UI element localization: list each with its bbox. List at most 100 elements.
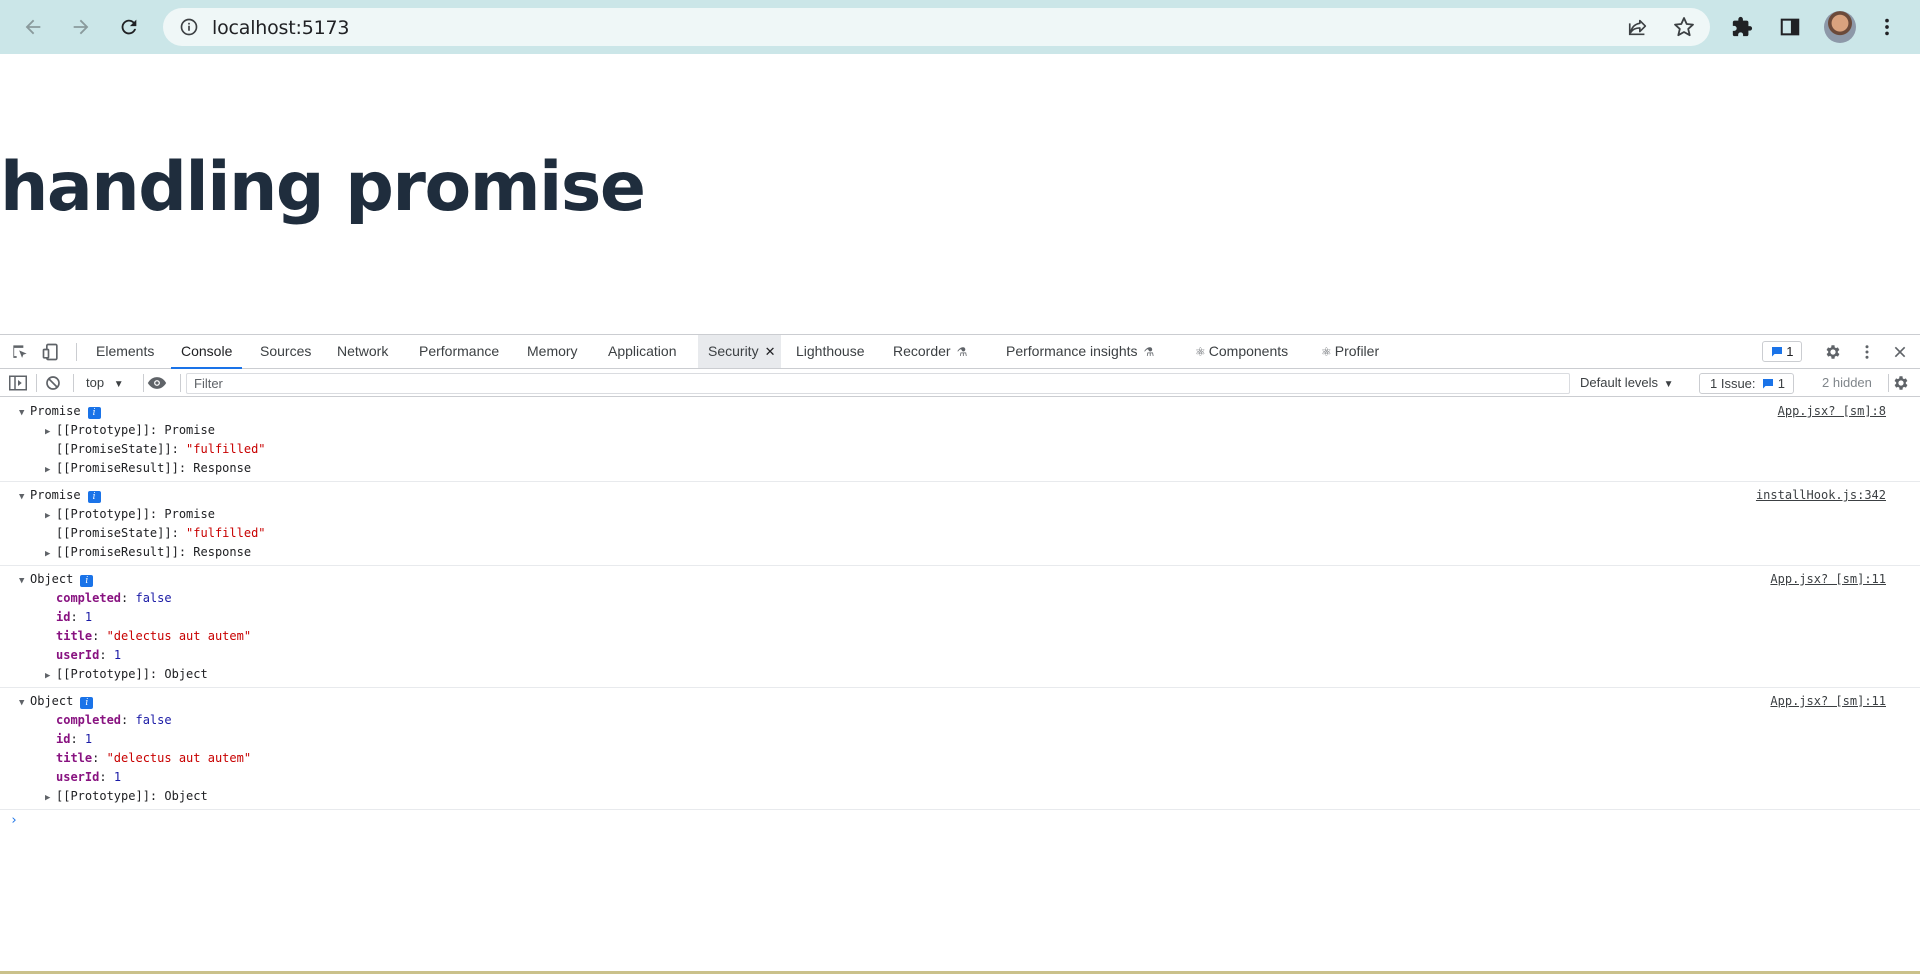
property-key: [[Prototype]] [56,507,150,521]
tab-performance-insights[interactable]: Performance insights ⚗ [996,335,1164,368]
device-toolbar-icon[interactable] [40,342,62,362]
issues-count: 1 [1777,376,1786,391]
property-row[interactable]: ▶ [[PromiseResult]]: Response [0,459,1920,478]
tab-elements[interactable]: Elements [86,335,164,368]
triangle-right-icon[interactable]: ▶ [45,545,56,564]
tab-label: Components [1208,343,1289,359]
tab-profiler[interactable]: ⚛ Profiler [1311,335,1389,368]
property-key: [[Prototype]] [56,789,150,803]
tab-recorder[interactable]: Recorder ⚗ [883,335,977,368]
tab-network[interactable]: Network [327,335,398,368]
log-levels-dropdown[interactable]: Default levels ▼ [1580,375,1674,390]
site-info-icon[interactable] [179,17,199,37]
tab-label: Performance insights [1006,343,1138,359]
react-atom-icon: ⚛ [1195,345,1206,359]
property-row[interactable]: ▶ [[Prototype]]: Promise [0,505,1920,524]
console-prompt[interactable]: › [0,810,1920,832]
extensions-button[interactable] [1727,12,1757,42]
triangle-right-icon[interactable]: ▶ [45,667,56,686]
tab-label: Security [708,343,759,359]
tab-application[interactable]: Application [598,335,687,368]
console-toolbar: top ▼ Filter Default levels ▼ 1 Issue: 1… [0,369,1920,397]
tabbar-divider [76,343,77,361]
side-panel-button[interactable] [1775,12,1805,42]
issues-counter-badge[interactable]: 1 [1762,341,1802,362]
console-message-header[interactable]: ▼ Promise i App.jsx? [sm]:8 [0,402,1920,421]
property-key: [[PromiseResult]] [56,461,179,475]
inspect-element-icon[interactable] [9,342,31,362]
property-row[interactable]: ▶ [[Prototype]]: Object [0,787,1920,806]
property-key: [[PromiseState]] [56,442,172,456]
forward-button[interactable] [66,12,96,42]
live-expression-button[interactable] [147,373,167,393]
browser-menu-button[interactable] [1872,12,1902,42]
toolbar-divider [143,374,144,392]
source-link[interactable]: App.jsx? [sm]:11 [1770,570,1886,589]
property-value: 1 [84,732,93,746]
chevron-right-icon: › [10,813,18,828]
property-value: false [135,713,172,727]
triangle-right-icon[interactable]: ▶ [45,461,56,480]
object-type: Object [30,694,74,708]
side-panel-icon [1780,18,1800,36]
triangle-right-icon[interactable]: ▶ [45,789,56,808]
react-atom-icon: ⚛ [1321,345,1332,359]
tab-components[interactable]: ⚛ Components [1185,335,1298,368]
clear-console-button[interactable] [43,373,63,393]
console-message-header[interactable]: ▼ Object i App.jsx? [sm]:11 [0,692,1920,711]
profile-avatar[interactable] [1824,11,1856,43]
property-row[interactable]: ▶ [[Prototype]]: Object [0,665,1920,684]
filter-input[interactable]: Filter [186,373,1570,394]
property-value: "fulfilled" [186,442,266,456]
star-icon[interactable] [1672,15,1696,39]
source-link[interactable]: App.jsx? [sm]:8 [1778,402,1886,421]
tab-sources[interactable]: Sources [250,335,321,368]
message-icon [1771,347,1782,357]
tab-label: Performance [419,343,500,359]
devtools-menu-button[interactable] [1857,342,1877,362]
property-row[interactable]: ▶ [[PromiseResult]]: Response [0,543,1920,562]
url-text: localhost:5173 [212,17,350,39]
property-key: [[Prototype]] [56,667,150,681]
tab-memory[interactable]: Memory [517,335,588,368]
show-sidebar-button[interactable] [8,373,28,393]
levels-label: Default levels [1580,375,1659,390]
page-viewport: handling promise [0,54,1920,334]
source-link[interactable]: App.jsx? [sm]:11 [1770,692,1886,711]
property-value: Promise [164,507,215,521]
issues-count: 1 [1786,344,1794,359]
gear-icon [1894,376,1908,390]
reload-button[interactable] [114,12,144,42]
tab-performance[interactable]: Performance [409,335,509,368]
puzzle-icon [1732,16,1753,37]
back-button[interactable] [18,12,48,42]
arrow-right-icon [73,19,89,35]
property-row[interactable]: ▶ [[Prototype]]: Promise [0,421,1920,440]
context-selector[interactable]: top ▼ [86,375,124,390]
settings-button[interactable] [1823,342,1843,362]
console-message-header[interactable]: ▼ Object i App.jsx? [sm]:11 [0,570,1920,589]
share-icon[interactable] [1626,16,1650,38]
property-row: completed: false [56,591,172,605]
issues-button[interactable]: 1 Issue: 1 [1699,373,1794,394]
address-bar[interactable]: localhost:5173 [163,8,1710,46]
console-message: ▼ Object i App.jsx? [sm]:11 completed: fals… [0,566,1920,688]
console-message: ▼ Promise i App.jsx? [sm]:8 ▶ [[Prototype]]:… [0,398,1920,482]
sidebar-toggle-icon [9,375,27,391]
toolbar-divider [1888,374,1889,392]
source-link[interactable]: installHook.js:342 [1756,486,1886,505]
message-icon [1763,379,1774,389]
property-value: "delectus aut autem" [106,629,252,643]
tab-security[interactable]: Security ✕ [698,335,782,368]
kebab-menu-icon [1885,18,1889,36]
console-settings-button[interactable] [1891,373,1911,393]
tab-console[interactable]: Console [171,335,243,369]
console-message-header[interactable]: ▼ Promise i installHook.js:342 [0,486,1920,505]
close-tab-icon[interactable]: ✕ [765,344,776,359]
kebab-menu-icon [1865,345,1869,359]
reload-icon [121,19,137,35]
tab-lighthouse[interactable]: Lighthouse [786,335,875,368]
toolbar-divider [36,374,37,392]
close-devtools-button[interactable] [1890,342,1910,362]
property-value: Response [193,545,252,559]
